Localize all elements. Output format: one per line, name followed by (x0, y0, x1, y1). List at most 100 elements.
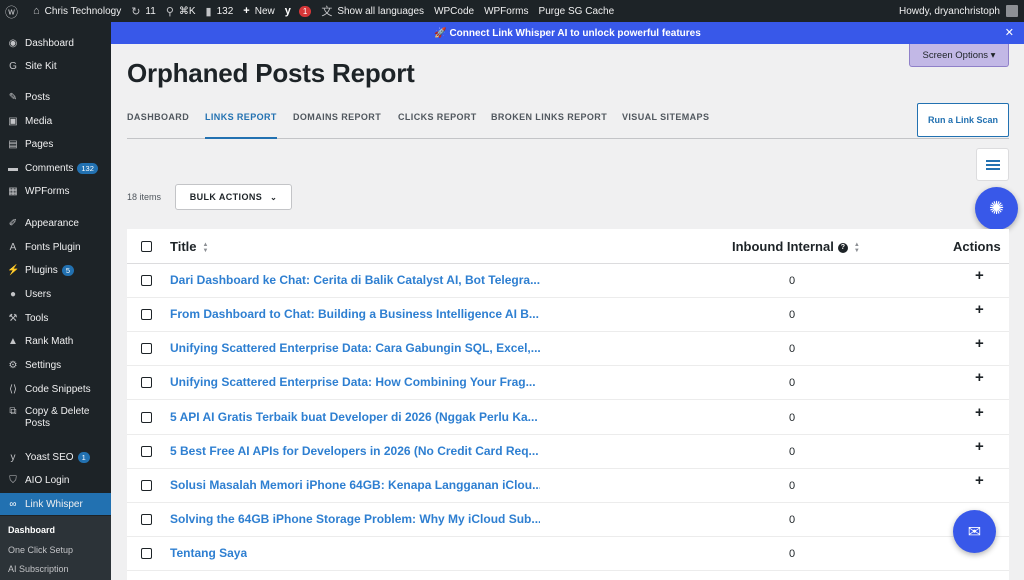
sidebar-item-aio-login[interactable]: ⛉ AIO Login (0, 469, 111, 491)
table-row: 5 API AI Gratis Terbaik buat Developer d… (127, 400, 1009, 435)
bulk-actions-select[interactable]: BULK ACTIONS ⌄ (175, 184, 292, 210)
languages-link[interactable]: 文 Show all languages (316, 0, 429, 22)
post-title-link[interactable]: From Dashboard to Chat: Building a Busin… (170, 307, 539, 321)
pages-icon: ▤ (8, 138, 18, 150)
add-link-icon[interactable]: + (975, 404, 984, 421)
brush-icon: ✐ (8, 217, 18, 229)
user-icon: ● (9, 288, 17, 300)
post-title-link[interactable]: Unifying Scattered Enterprise Data: Cara… (170, 341, 540, 355)
add-link-icon[interactable]: + (975, 438, 984, 455)
chevron-down-icon: ⌄ (270, 192, 278, 202)
post-title-link[interactable]: Dari Dashboard ke Chat: Cerita di Balik … (170, 273, 540, 287)
row-checkbox[interactable] (141, 377, 152, 388)
table-header: Title ▲ ▼ Inbound Internal? ▲ ▼ Actions (127, 229, 1009, 264)
row-checkbox[interactable] (141, 480, 152, 491)
post-title-link[interactable]: Solving the 64GB iPhone Storage Problem:… (170, 512, 540, 526)
submenu-ai-subscription[interactable]: AI Subscription (8, 564, 69, 574)
sidebar-item-yoast[interactable]: y Yoast SEO 1 (0, 446, 111, 468)
inbound-count: 0 (789, 446, 796, 458)
post-title-link[interactable]: Tentang Saya (170, 546, 247, 560)
add-link-icon[interactable]: + (975, 267, 984, 284)
add-link-icon[interactable]: + (975, 301, 984, 318)
tab-links-report[interactable]: LINKS REPORT (205, 112, 277, 139)
tab-broken-links-report[interactable]: BROKEN LINKS REPORT (491, 112, 607, 139)
form-icon: ▦ (8, 185, 18, 197)
sidebar-item-wpforms[interactable]: ▦ WPForms (0, 180, 111, 202)
code-icon: ⟨⟩ (9, 383, 17, 395)
items-count: 18 items (127, 192, 162, 202)
help-icon[interactable]: ? (837, 242, 848, 253)
select-all-checkbox[interactable] (141, 241, 152, 252)
sidebar-item-dashboard[interactable]: ◉ Dashboard (0, 32, 111, 54)
sitekit-icon: G (9, 60, 17, 72)
yoast-menu[interactable]: y1 (280, 0, 317, 22)
galaxy-icon: ✺ (988, 198, 1005, 218)
add-link-icon[interactable]: + (975, 369, 984, 386)
sidebar-item-copy-delete[interactable]: ⧉ Copy & Delete Posts (0, 406, 111, 436)
wpforms-link[interactable]: WPForms (479, 0, 533, 22)
tab-dashboard[interactable]: DASHBOARD (127, 112, 189, 139)
sidebar-item-users[interactable]: ● Users (0, 283, 111, 305)
purge-cache-link[interactable]: Purge SG Cache (534, 0, 620, 22)
help-chat-button[interactable]: ✉ (953, 510, 996, 553)
sidebar-item-settings[interactable]: ⚙ Settings (0, 354, 111, 376)
sidebar-item-comments[interactable]: ▬ Comments 132 (0, 157, 111, 179)
site-name-link[interactable]: ⌂ Chris Technology (28, 0, 126, 22)
table-row: Unifying Scattered Enterprise Data: Cara… (127, 332, 1009, 366)
new-content-link[interactable]: + New (238, 0, 279, 22)
dashboard-icon: ◉ (8, 37, 18, 49)
sidebar-item-site-kit[interactable]: G Site Kit (0, 55, 111, 77)
tab-clicks-report[interactable]: CLICKS REPORT (398, 112, 477, 139)
post-title-link[interactable]: 5 API AI Gratis Terbaik buat Developer d… (170, 410, 538, 424)
settings-icon: ⚙ (8, 359, 18, 371)
comments-link[interactable]: ▮ 132 (201, 0, 239, 22)
row-checkbox[interactable] (141, 412, 152, 423)
row-checkbox[interactable] (141, 548, 152, 559)
menu-toggle-button[interactable] (976, 148, 1009, 181)
table-row: Tentang Saya0+ (127, 537, 1009, 571)
row-checkbox[interactable] (141, 446, 152, 457)
column-inbound-internal[interactable]: Inbound Internal? ▲ ▼ (732, 239, 860, 254)
submenu-one-click-setup[interactable]: One Click Setup (8, 545, 73, 555)
sidebar-item-fonts-plugin[interactable]: A Fonts Plugin (0, 236, 111, 258)
ai-assistant-button[interactable]: ✺ (975, 187, 1018, 230)
submenu-dashboard[interactable]: Dashboard (8, 525, 55, 535)
post-title-link[interactable]: Unifying Scattered Enterprise Data: How … (170, 375, 536, 389)
wpcode-link[interactable]: WPCode (429, 0, 479, 22)
inbound-count: 0 (789, 412, 796, 424)
row-checkbox[interactable] (141, 343, 152, 354)
link-icon: ∞ (9, 498, 17, 510)
updates-link[interactable]: ↻ 11 (126, 0, 161, 22)
comment-icon: ▬ (8, 162, 18, 174)
plus-icon: + (243, 5, 250, 17)
sidebar-item-posts[interactable]: ✎ Posts (0, 86, 111, 108)
column-title[interactable]: Title ▲ ▼ (170, 239, 208, 254)
add-link-icon[interactable]: + (975, 335, 984, 352)
sidebar-item-media[interactable]: ▣ Media (0, 110, 111, 132)
sidebar-item-code-snippets[interactable]: ⟨⟩ Code Snippets (0, 378, 111, 400)
tab-visual-sitemaps[interactable]: VISUAL SITEMAPS (622, 112, 709, 139)
row-checkbox[interactable] (141, 275, 152, 286)
run-link-scan-button[interactable]: Run a Link Scan (917, 103, 1009, 137)
admin-bar: ⓦ ⌂ Chris Technology ↻ 11 ⚲ ⌘K ▮ 132 + New y1… (0, 0, 1024, 22)
sidebar-item-appearance[interactable]: ✐ Appearance (0, 212, 111, 234)
row-checkbox[interactable] (141, 309, 152, 320)
add-link-icon[interactable]: + (975, 472, 984, 489)
command-palette-button[interactable]: ⚲ ⌘K (161, 0, 201, 22)
close-icon[interactable]: ✕ (1005, 26, 1014, 39)
sidebar-item-link-whisper[interactable]: ∞ Link Whisper (0, 493, 111, 515)
sidebar-item-pages[interactable]: ▤ Pages (0, 133, 111, 155)
connect-ai-banner[interactable]: 🚀 Connect Link Whisper AI to unlock powe… (111, 22, 1024, 44)
account-menu[interactable]: Howdy, dryanchristoph (899, 5, 1024, 17)
sidebar-item-tools[interactable]: ⚒ Tools (0, 307, 111, 329)
sidebar-item-rank-math[interactable]: ▲ Rank Math (0, 330, 111, 352)
tab-domains-report[interactable]: DOMAINS REPORT (293, 112, 381, 139)
sidebar-item-plugins[interactable]: ⚡ Plugins 5 (0, 259, 111, 281)
post-title-link[interactable]: Solusi Masalah Memori iPhone 64GB: Kenap… (170, 478, 540, 492)
wp-logo-icon[interactable]: ⓦ (0, 0, 28, 22)
comment-icon: ▮ (205, 5, 212, 18)
row-checkbox[interactable] (141, 514, 152, 525)
post-title-link[interactable]: 5 Best Free AI APIs for Developers in 20… (170, 444, 539, 458)
link-whisper-submenu: Dashboard One Click Setup AI Subscriptio… (0, 516, 111, 580)
screen-options-button[interactable]: Screen Options ▾ (909, 44, 1009, 67)
